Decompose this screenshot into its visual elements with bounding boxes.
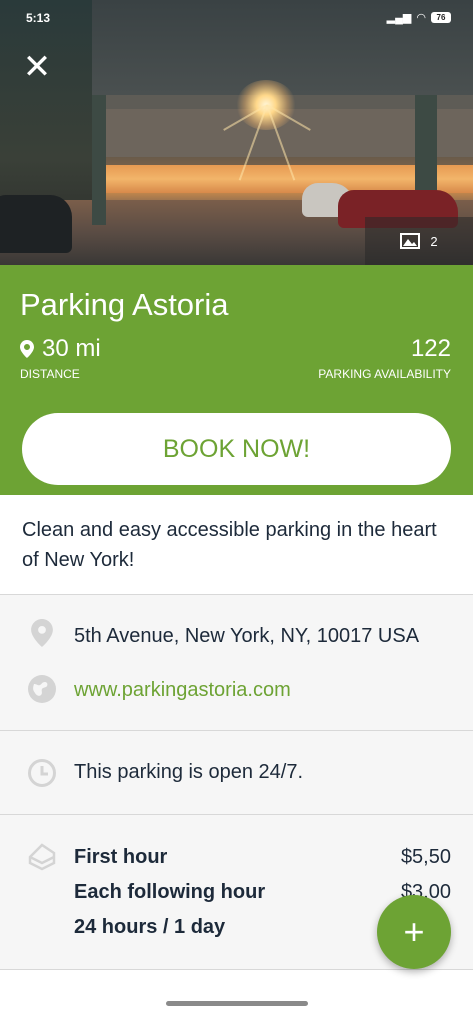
add-fab-button[interactable]: +: [377, 895, 451, 969]
description-text: Clean and easy accessible parking in the…: [22, 519, 437, 571]
price-tag-icon: [28, 843, 56, 871]
distance-value: 30 mi: [20, 335, 101, 363]
price-label: Each following hour: [74, 881, 266, 903]
photo-count-label: 2: [430, 233, 438, 249]
distance-text: 30 mi: [42, 335, 101, 362]
website-row[interactable]: www.parkingastoria.com: [0, 673, 473, 705]
hours-row: This parking is open 24/7.: [0, 757, 473, 789]
location-pin-icon: [31, 619, 53, 647]
price-label: First hour: [74, 846, 168, 868]
signal-icon: ▂▄▆: [386, 12, 412, 24]
photo-count-button[interactable]: 2: [365, 217, 473, 265]
address-row[interactable]: 5th Avenue, New York, NY, 10017 USA: [0, 617, 473, 653]
contact-section: 5th Avenue, New York, NY, 10017 USA www.…: [0, 595, 473, 731]
clock-icon: [28, 759, 56, 787]
website-link[interactable]: www.parkingastoria.com: [74, 679, 291, 702]
address-text: 5th Avenue, New York, NY, 10017 USA: [74, 625, 420, 647]
page-title: Parking Astoria: [20, 287, 229, 322]
distance-label: DISTANCE: [20, 367, 80, 381]
wifi-icon: ◠: [416, 12, 426, 24]
price-value: $5,50: [400, 846, 451, 868]
car: [0, 195, 72, 253]
hours-text: This parking is open 24/7.: [74, 761, 304, 783]
hours-section: This parking is open 24/7.: [0, 731, 473, 815]
status-icons: ▂▄▆ ◠ 76: [387, 11, 451, 24]
battery-icon: 76: [431, 12, 451, 23]
home-indicator[interactable]: [166, 1001, 308, 1006]
price-label: 24 hours / 1 day: [74, 916, 226, 938]
hero-image[interactable]: 5:13 ▂▄▆ ◠ 76 ✕ 2: [0, 0, 473, 265]
pillar: [92, 95, 106, 225]
description-section: Clean and easy accessible parking in the…: [0, 495, 473, 595]
location-pin-icon: [20, 340, 34, 358]
availability-value: 122: [410, 335, 451, 362]
status-time: 5:13: [26, 11, 51, 25]
parking-header: Parking Astoria 30 mi DISTANCE 122 PARKI…: [0, 265, 473, 495]
close-icon[interactable]: ✕: [22, 50, 52, 84]
availability-label: PARKING AVAILABILITY: [318, 367, 451, 381]
globe-icon: [28, 675, 56, 703]
book-now-button[interactable]: BOOK NOW!: [22, 413, 451, 485]
gallery-icon: [400, 233, 421, 249]
